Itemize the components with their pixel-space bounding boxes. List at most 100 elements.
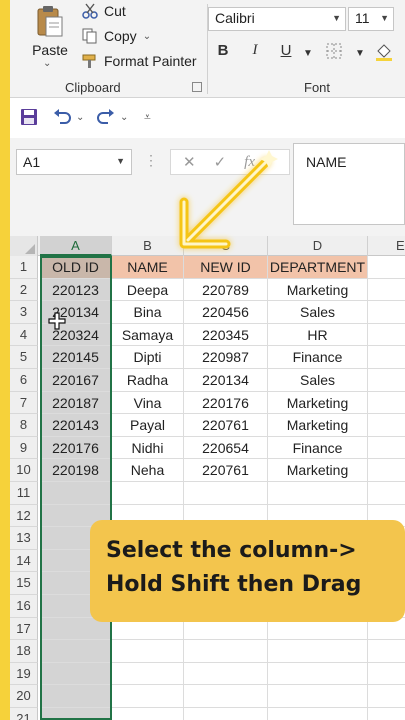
- table-cell[interactable]: Marketing: [268, 391, 368, 415]
- redo-dropdown-icon[interactable]: ⌄: [120, 106, 128, 128]
- row-header[interactable]: 5: [10, 346, 38, 369]
- row-header[interactable]: 1: [10, 256, 38, 279]
- table-cell[interactable]: Payal: [112, 414, 184, 437]
- table-cell[interactable]: [368, 437, 405, 460]
- table-cell[interactable]: 220761: [184, 414, 268, 437]
- borders-button[interactable]: [324, 42, 344, 62]
- table-cell[interactable]: [368, 279, 405, 302]
- table-cell[interactable]: [40, 708, 112, 720]
- table-cell[interactable]: 220143: [40, 414, 112, 437]
- column-header-e[interactable]: E: [368, 236, 405, 256]
- paste-button[interactable]: Paste ⌄: [28, 2, 72, 72]
- table-cell[interactable]: [368, 708, 405, 720]
- format-painter-button[interactable]: Format Painter: [80, 50, 197, 72]
- row-header[interactable]: 14: [10, 549, 38, 573]
- row-header[interactable]: 19: [10, 662, 38, 686]
- table-cell[interactable]: [184, 708, 268, 720]
- cut-button[interactable]: Cut: [80, 0, 126, 22]
- header-cell[interactable]: [368, 256, 405, 279]
- row-header[interactable]: 17: [10, 617, 38, 641]
- table-cell[interactable]: Finance: [268, 346, 368, 369]
- table-cell[interactable]: Deepa: [112, 278, 184, 302]
- bold-button[interactable]: B: [213, 42, 233, 62]
- table-cell[interactable]: [112, 685, 184, 708]
- copy-button[interactable]: Copy ⌄: [80, 25, 151, 47]
- table-cell[interactable]: Finance: [268, 436, 368, 460]
- table-cell[interactable]: [112, 482, 184, 505]
- table-cell[interactable]: [184, 662, 268, 686]
- font-size-select[interactable]: 11 ▼: [348, 7, 394, 31]
- row-header[interactable]: 13: [10, 527, 38, 550]
- table-cell[interactable]: [184, 482, 268, 505]
- row-header[interactable]: 9: [10, 436, 38, 460]
- table-cell[interactable]: [40, 482, 112, 505]
- row-header[interactable]: 10: [10, 459, 38, 482]
- header-cell[interactable]: NEW ID: [184, 256, 268, 279]
- table-cell[interactable]: Samaya: [112, 323, 184, 347]
- customize-toolbar-icon[interactable]: ⩡: [144, 106, 151, 128]
- row-header[interactable]: 4: [10, 323, 38, 347]
- table-cell[interactable]: [368, 685, 405, 708]
- underline-dropdown-icon[interactable]: ▼: [298, 48, 318, 68]
- row-header[interactable]: 16: [10, 595, 38, 618]
- table-cell[interactable]: Marketing: [268, 278, 368, 302]
- table-cell[interactable]: 220345: [184, 323, 268, 347]
- table-cell[interactable]: 220145: [40, 346, 112, 369]
- table-cell[interactable]: [268, 482, 368, 505]
- column-header-a[interactable]: A: [40, 236, 112, 256]
- header-cell[interactable]: OLD ID: [40, 256, 112, 279]
- table-cell[interactable]: [368, 640, 405, 663]
- save-button[interactable]: [20, 106, 38, 128]
- table-cell[interactable]: [368, 663, 405, 686]
- table-cell[interactable]: Bina: [112, 301, 184, 324]
- table-cell[interactable]: [368, 346, 405, 369]
- table-cell[interactable]: [368, 324, 405, 347]
- table-cell[interactable]: Sales: [268, 301, 368, 324]
- table-cell[interactable]: Radha: [112, 369, 184, 392]
- name-box[interactable]: A1 ▼: [16, 149, 132, 175]
- fill-color-button[interactable]: [374, 42, 394, 62]
- table-cell[interactable]: [368, 414, 405, 437]
- row-header[interactable]: 3: [10, 301, 38, 324]
- row-header[interactable]: 2: [10, 278, 38, 302]
- table-cell[interactable]: [184, 640, 268, 663]
- table-cell[interactable]: 220654: [184, 436, 268, 460]
- header-cell[interactable]: DEPARTMENT: [268, 256, 368, 279]
- table-cell[interactable]: [112, 640, 184, 663]
- table-cell[interactable]: Vina: [112, 391, 184, 415]
- table-cell[interactable]: [368, 369, 405, 392]
- table-cell[interactable]: 220123: [40, 278, 112, 302]
- borders-dropdown-icon[interactable]: ▼: [350, 48, 370, 68]
- table-cell[interactable]: 220761: [184, 459, 268, 482]
- table-cell[interactable]: 220987: [184, 346, 268, 369]
- table-cell[interactable]: HR: [268, 323, 368, 347]
- underline-button[interactable]: U: [276, 42, 296, 62]
- italic-button[interactable]: I: [245, 42, 265, 62]
- redo-button[interactable]: [96, 106, 116, 128]
- column-header-d[interactable]: D: [268, 236, 368, 256]
- header-cell[interactable]: NAME: [112, 256, 184, 279]
- table-cell[interactable]: 220167: [40, 369, 112, 392]
- table-cell[interactable]: 220456: [184, 301, 268, 324]
- table-cell[interactable]: Neha: [112, 459, 184, 482]
- row-header[interactable]: 12: [10, 504, 38, 528]
- row-header[interactable]: 18: [10, 640, 38, 663]
- row-header[interactable]: 21: [10, 708, 38, 720]
- row-header[interactable]: 6: [10, 369, 38, 392]
- row-header[interactable]: 15: [10, 572, 38, 595]
- table-cell[interactable]: [268, 662, 368, 686]
- table-cell[interactable]: [368, 482, 405, 505]
- paste-dropdown-icon[interactable]: ⌄: [43, 58, 51, 69]
- table-cell[interactable]: Dipti: [112, 346, 184, 369]
- table-cell[interactable]: [184, 685, 268, 708]
- table-cell[interactable]: [268, 640, 368, 663]
- table-cell[interactable]: [268, 708, 368, 720]
- table-cell[interactable]: 220134: [184, 369, 268, 392]
- table-cell[interactable]: [368, 392, 405, 415]
- table-cell[interactable]: [368, 301, 405, 324]
- font-name-select[interactable]: Calibri ▼: [208, 7, 346, 31]
- table-cell[interactable]: [112, 662, 184, 686]
- table-cell[interactable]: 220176: [40, 436, 112, 460]
- table-cell[interactable]: [268, 685, 368, 708]
- undo-button[interactable]: [52, 106, 72, 128]
